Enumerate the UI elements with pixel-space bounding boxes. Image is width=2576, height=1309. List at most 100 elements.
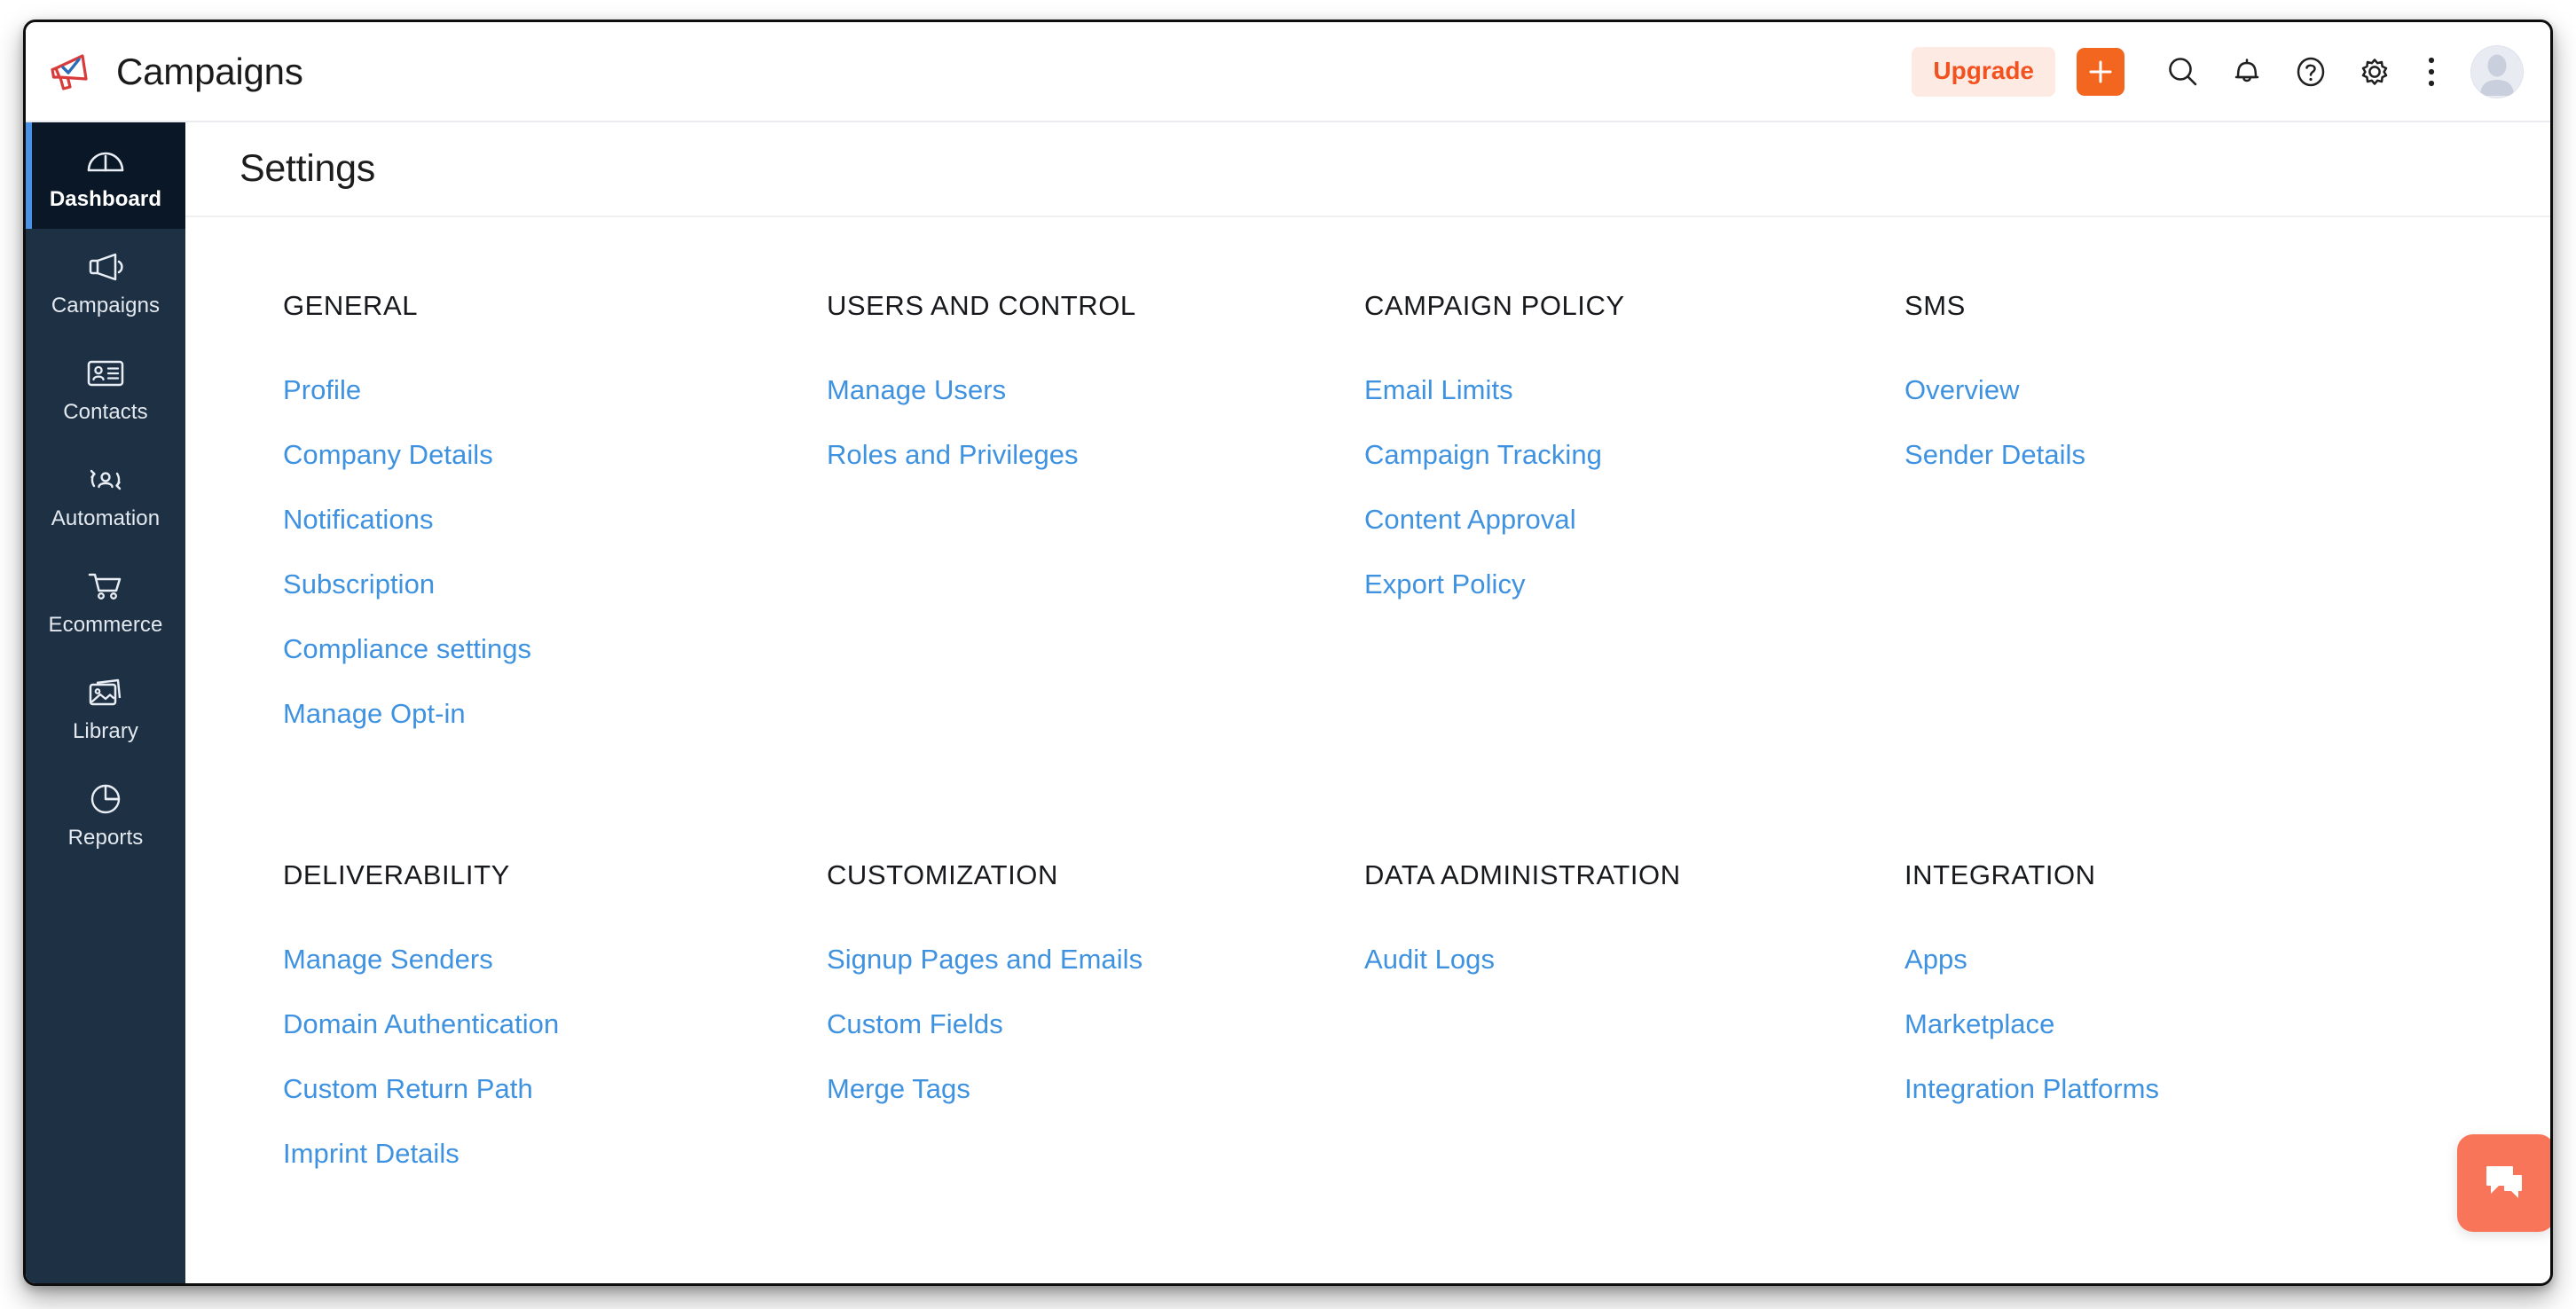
list-item: Sender Details <box>1905 434 2497 476</box>
app-window: Campaigns Upgrade Dashboard Campaigns Co… <box>23 20 2553 1286</box>
avatar[interactable] <box>2470 44 2524 98</box>
list-item: Custom Fields <box>827 1003 1364 1046</box>
app-brand[interactable]: Campaigns <box>49 49 303 95</box>
topbar-actions: Upgrade <box>1912 40 2524 104</box>
bell-icon <box>2230 54 2264 90</box>
settings-link-email-limits[interactable]: Email Limits <box>1364 369 1513 412</box>
group-title: DELIVERABILITY <box>283 859 510 891</box>
list-item: Custom Return Path <box>283 1068 827 1110</box>
list-item: Audit Logs <box>1364 938 1905 981</box>
settings-link-marketplace[interactable]: Marketplace <box>1905 1003 2054 1046</box>
settings-link-signup-pages-and-emails[interactable]: Signup Pages and Emails <box>827 938 1143 981</box>
group-link-list: Email Limits Campaign Tracking Content A… <box>1364 369 1905 606</box>
top-bar: Campaigns Upgrade <box>26 22 2550 122</box>
settings-link-custom-fields[interactable]: Custom Fields <box>827 1003 1003 1046</box>
settings-link-custom-return-path[interactable]: Custom Return Path <box>283 1068 533 1110</box>
user-sync-icon <box>86 460 125 499</box>
settings-link-manage-senders[interactable]: Manage Senders <box>283 938 493 981</box>
search-button[interactable] <box>2151 40 2215 104</box>
settings-group-integration: INTEGRATION Apps Marketplace Integration… <box>1905 861 2497 1175</box>
settings-button[interactable] <box>2343 40 2407 104</box>
settings-link-imprint-details[interactable]: Imprint Details <box>283 1133 459 1175</box>
settings-link-subscription[interactable]: Subscription <box>283 563 435 606</box>
sidebar-item-label: Campaigns <box>51 294 161 317</box>
settings-link-roles-and-privileges[interactable]: Roles and Privileges <box>827 434 1079 476</box>
megaphone-icon <box>85 247 126 286</box>
sidebar-item-label: Ecommerce <box>48 613 163 637</box>
settings-area: GENERAL Profile Company Details Notifica… <box>185 217 2550 1283</box>
settings-link-domain-authentication[interactable]: Domain Authentication <box>283 1003 559 1046</box>
gauge-icon <box>85 141 126 180</box>
search-icon <box>2165 54 2201 90</box>
question-circle-icon <box>2293 54 2329 90</box>
sidebar-item-reports[interactable]: Reports <box>26 761 185 867</box>
sidebar-item-contacts[interactable]: Contacts <box>26 335 185 442</box>
settings-link-notifications[interactable]: Notifications <box>283 498 434 541</box>
help-button[interactable] <box>2279 40 2343 104</box>
settings-link-compliance-settings[interactable]: Compliance settings <box>283 628 531 670</box>
group-title: USERS AND CONTROL <box>827 290 1136 321</box>
list-item: Content Approval <box>1364 498 1905 541</box>
sidebar-item-automation[interactable]: Automation <box>26 442 185 548</box>
list-item: Email Limits <box>1364 369 1905 412</box>
settings-link-export-policy[interactable]: Export Policy <box>1364 563 1526 606</box>
settings-group-data-administration: DATA ADMINISTRATION Audit Logs <box>1364 861 1905 1175</box>
list-item: Subscription <box>283 563 827 606</box>
group-title: CAMPAIGN POLICY <box>1364 290 1625 321</box>
group-link-list: Profile Company Details Notifications Su… <box>283 369 827 735</box>
group-title: DATA ADMINISTRATION <box>1364 859 1681 891</box>
settings-group-campaign-policy: CAMPAIGN POLICY Email Limits Campaign Tr… <box>1364 292 1905 735</box>
settings-group-deliverability: DELIVERABILITY Manage Senders Domain Aut… <box>283 861 827 1175</box>
list-item: Apps <box>1905 938 2497 981</box>
settings-link-company-details[interactable]: Company Details <box>283 434 493 476</box>
settings-link-overview[interactable]: Overview <box>1905 369 2020 412</box>
list-item: Imprint Details <box>283 1133 827 1175</box>
list-item: Company Details <box>283 434 827 476</box>
group-link-list: Manage Users Roles and Privileges <box>827 369 1364 476</box>
settings-link-campaign-tracking[interactable]: Campaign Tracking <box>1364 434 1602 476</box>
chat-support-button[interactable] <box>2457 1134 2550 1232</box>
settings-link-content-approval[interactable]: Content Approval <box>1364 498 1576 541</box>
list-item: Domain Authentication <box>283 1003 827 1046</box>
settings-link-audit-logs[interactable]: Audit Logs <box>1364 938 1495 981</box>
group-link-list: Apps Marketplace Integration Platforms <box>1905 938 2497 1110</box>
app-body: Dashboard Campaigns Contacts Automation … <box>26 122 2550 1283</box>
more-options-button[interactable] <box>2407 40 2456 104</box>
plus-icon <box>2087 59 2114 85</box>
upgrade-button[interactable]: Upgrade <box>1912 46 2055 97</box>
add-button[interactable] <box>2077 47 2124 96</box>
list-item: Marketplace <box>1905 1003 2497 1046</box>
list-item: Manage Opt-in <box>283 693 827 735</box>
settings-grid: GENERAL Profile Company Details Notifica… <box>283 292 2497 1175</box>
sidebar-item-library[interactable]: Library <box>26 654 185 761</box>
group-title: GENERAL <box>283 290 419 321</box>
list-item: Manage Users <box>827 369 1364 412</box>
app-title: Campaigns <box>116 50 303 92</box>
sidebar-item-label: Contacts <box>63 400 148 424</box>
settings-link-apps[interactable]: Apps <box>1905 938 1967 981</box>
settings-link-manage-users[interactable]: Manage Users <box>827 369 1006 412</box>
settings-link-integration-platforms[interactable]: Integration Platforms <box>1905 1068 2159 1110</box>
megaphone-check-logo-icon <box>49 49 98 95</box>
group-link-list: Audit Logs <box>1364 938 1905 981</box>
settings-link-profile[interactable]: Profile <box>283 369 361 412</box>
group-title: INTEGRATION <box>1905 859 2096 891</box>
sidebar-item-label: Library <box>72 719 139 743</box>
user-avatar-icon <box>2470 45 2524 98</box>
sidebar-item-label: Reports <box>67 826 144 850</box>
images-icon <box>86 673 125 712</box>
list-item: Notifications <box>283 498 827 541</box>
notifications-button[interactable] <box>2215 40 2279 104</box>
settings-link-sender-details[interactable]: Sender Details <box>1905 434 2085 476</box>
list-item: Manage Senders <box>283 938 827 981</box>
kebab-menu-icon <box>2427 56 2436 88</box>
settings-link-manage-opt-in[interactable]: Manage Opt-in <box>283 693 466 735</box>
list-item: Compliance settings <box>283 628 827 670</box>
sidebar-item-ecommerce[interactable]: Ecommerce <box>26 548 185 654</box>
pie-chart-icon <box>87 780 124 819</box>
chat-bubbles-icon <box>2483 1163 2529 1203</box>
settings-link-merge-tags[interactable]: Merge Tags <box>827 1068 970 1110</box>
sidebar-item-campaigns[interactable]: Campaigns <box>26 229 185 335</box>
group-link-list: Overview Sender Details <box>1905 369 2497 476</box>
sidebar-item-dashboard[interactable]: Dashboard <box>26 122 185 229</box>
